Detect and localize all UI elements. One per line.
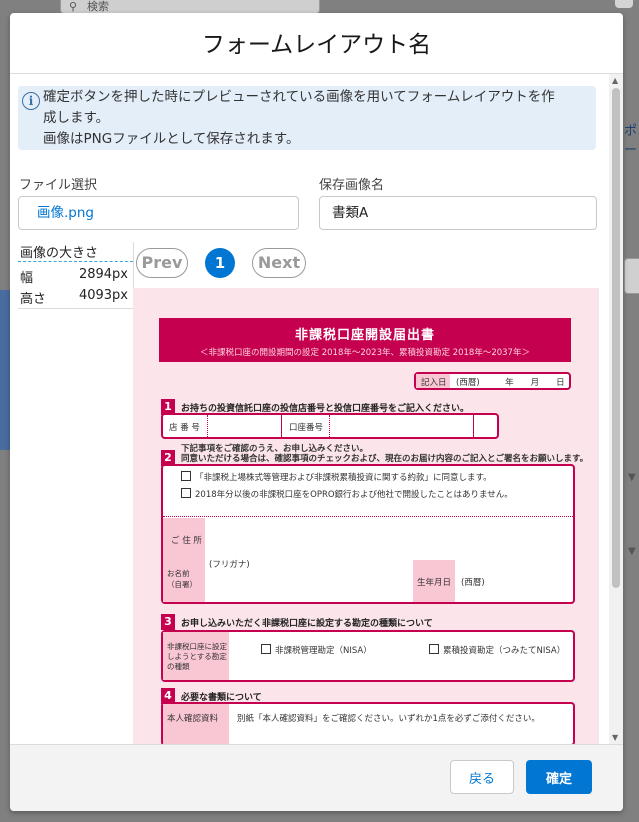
- info-icon: i: [22, 92, 40, 110]
- background-right-text: ポー: [624, 124, 638, 158]
- document-title: 非課税口座開設届出書: [294, 328, 435, 343]
- modal-title: フォームレイアウト名: [10, 13, 623, 74]
- width-label: 幅: [20, 271, 34, 286]
- modal-footer: 戻る 確定: [10, 744, 623, 811]
- page-number-button[interactable]: 1: [205, 248, 235, 278]
- furigana-label: (フリガナ): [209, 560, 250, 570]
- save-name-input[interactable]: 書類A: [319, 196, 597, 230]
- agree-checkbox-1: [181, 471, 191, 481]
- store-label: 店 番 号: [169, 423, 200, 433]
- address-label: ご 住 所: [171, 536, 202, 546]
- file-select-label: ファイル選択: [19, 178, 98, 193]
- modal-scrollbar[interactable]: ▲ ▼: [609, 74, 623, 744]
- image-preview: 非課税口座開設届出書 ＜非課税口座の開設期間の設定 2018年～2023年、累積…: [133, 288, 599, 744]
- search-icon: ⚲: [69, 0, 78, 13]
- section-3-label: 非課税口座に設定しようとする勘定の種類: [167, 642, 227, 671]
- modal-body: i 確定ボタンを押した時にプレビューされている画像を用いてフォームレイアウトを作…: [10, 74, 623, 744]
- birth-label: 生年月日: [417, 578, 452, 588]
- size-bottom-divider: [18, 308, 133, 309]
- confirm-button[interactable]: 確定: [526, 760, 592, 794]
- info-line-3: 画像はPNGファイルとして保存されます。: [43, 131, 300, 147]
- section-3-heading: お申し込みいただく非課税口座に設定する勘定の種類について: [181, 619, 433, 629]
- background-close-tab: [615, 0, 633, 8]
- tsumitate-nisa-option: 累積投資勘定（つみたてNISA）: [443, 646, 566, 656]
- section-3-number: 3: [161, 614, 175, 630]
- nisa-option: 非課税管理勘定（NISA）: [275, 646, 372, 656]
- section-4-box: 本人確認資料 別紙「本人確認資料」をご確認ください。いずれか1点を必ずご添付くだ…: [161, 702, 575, 744]
- scroll-down-icon[interactable]: ▼: [612, 733, 618, 742]
- section-4-label: 本人確認資料: [167, 714, 219, 724]
- image-size-title: 画像の大きさ: [20, 246, 99, 261]
- section-4-text: 別紙「本人確認資料」をご確認ください。いずれか1点を必ずご添付ください。: [237, 714, 540, 724]
- agree-checkbox-2: [181, 488, 191, 498]
- section-3-box: 非課税口座に設定しようとする勘定の種類 非課税管理勘定（NISA） 累積投資勘定…: [161, 630, 575, 682]
- next-page-button[interactable]: Next: [252, 248, 306, 278]
- size-divider: [18, 261, 133, 262]
- date-text: (西暦) 年 月 日: [456, 378, 565, 388]
- width-value: 2894px: [78, 267, 128, 282]
- section-2-box: 「非課税上場株式等管理および非課税累積投資に関する約款」に同意します。 2018…: [161, 464, 575, 604]
- background-sidebar: [0, 290, 10, 450]
- section-1-box: 店 番 号 口座番号: [161, 413, 499, 439]
- form-layout-modal: フォームレイアウト名 i 確定ボタンを押した時にプレビューされている画像を用いて…: [10, 13, 623, 811]
- background-right-box: [624, 258, 639, 294]
- birth-text: (西暦): [461, 578, 485, 588]
- height-value: 4093px: [78, 288, 128, 303]
- document-banner: 非課税口座開設届出書 ＜非課税口座の開設期間の設定 2018年～2023年、累積…: [159, 318, 571, 362]
- info-line-1: 確定ボタンを押した時にプレビューされている画像を用いてフォームレイアウトを作: [43, 89, 555, 105]
- document-subtitle: ＜非課税口座の開設期間の設定 2018年～2023年、累積投資勘定 2018年～…: [200, 348, 530, 358]
- chevron-down-icon: ▼: [628, 546, 636, 557]
- height-label: 高さ: [20, 292, 47, 307]
- info-message: i 確定ボタンを押した時にプレビューされている画像を用いてフォームレイアウトを作…: [18, 86, 596, 150]
- height-row: 高さ 4093px: [20, 288, 130, 307]
- nisa-checkbox: [261, 644, 271, 654]
- back-button[interactable]: 戻る: [450, 760, 514, 794]
- tsumitate-nisa-checkbox: [429, 644, 439, 654]
- info-line-2: 成します。: [43, 110, 110, 126]
- chevron-down-icon: ▼: [628, 472, 636, 483]
- scroll-thumb[interactable]: [612, 88, 620, 588]
- name-label: お名前（自署）: [167, 569, 197, 589]
- section-2-intro-2: 同意いただける場合は、確認事項のチェックおよび、現在のお届け内容のご記入とご署名…: [181, 454, 589, 464]
- agree-text-2: 2018年分以後の非課税口座をOPRO銀行および他社で開設したことはありません。: [195, 490, 513, 500]
- account-label: 口座番号: [289, 423, 324, 433]
- prev-page-button[interactable]: Prev: [136, 248, 188, 278]
- background-search-input: ⚲ 検索: [60, 0, 320, 14]
- date-field: 記入日 (西暦) 年 月 日: [414, 372, 571, 390]
- background-search-placeholder: 検索: [87, 0, 109, 13]
- agree-text-1: 「非課税上場株式等管理および非課税累積投資に関する約款」に同意します。: [195, 473, 492, 483]
- scroll-up-icon[interactable]: ▲: [612, 76, 618, 85]
- date-label: 記入日: [421, 378, 447, 388]
- width-row: 幅 2894px: [20, 267, 130, 286]
- save-name-label: 保存画像名: [319, 178, 385, 193]
- file-select-input[interactable]: 画像.png: [18, 196, 299, 230]
